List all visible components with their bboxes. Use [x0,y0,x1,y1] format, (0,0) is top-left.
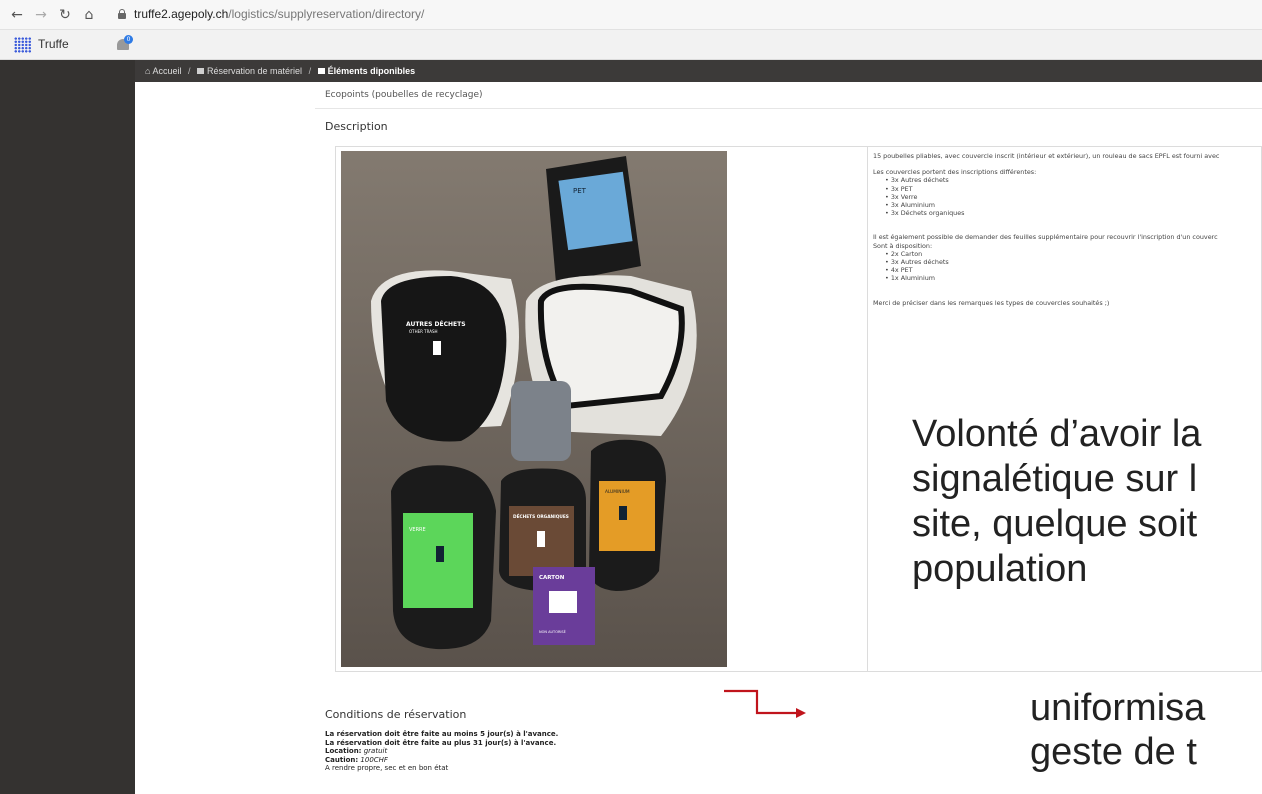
brand-name[interactable]: Truffe [38,37,69,51]
item-subtitle: Ecopoints (poubelles de recyclage) [325,90,483,100]
covers-list: 3x Autres déchets 3x PET 3x Verre 3x Alu… [885,176,1262,217]
desc-p3-line2: Sont à disposition: [873,241,933,250]
description-text: 15 poubelles pliables, avec couvercle in… [873,152,1262,307]
divider [315,108,1262,109]
breadcrumb-section[interactable]: Réservation de matériel [207,66,302,76]
condition-line: La réservation doit être faite au plus 3… [325,738,557,747]
list-item: 3x Aluminium [885,201,1262,209]
desc-p4: Merci de préciser dans les remarques les… [873,298,1110,307]
overlay-line: geste de t [1030,731,1197,773]
desc-p2: Les couvercles portent des inscriptions … [873,168,1037,177]
overlay-line: population [912,548,1088,590]
description-title: Description [325,120,388,133]
url-host: truffe2.agepoly.ch [134,7,229,21]
location-label: Location: [325,747,362,755]
app-header: Truffe 0 [0,30,1262,60]
caution-value: 100CHF [360,755,388,764]
overlay-line: uniformisa [1030,687,1206,729]
home-crumb-icon: ⌂ [145,66,151,76]
forward-arrow-icon[interactable]: → [32,6,50,24]
reload-icon[interactable]: ↻ [56,6,74,24]
url-path: /logistics/supplyreservation/directory/ [228,7,425,21]
pet-label: PET [573,187,587,195]
list-item: 3x PET [885,185,1262,193]
breadcrumb: ⌂ Accueil / Réservation de matériel / Él… [135,60,1262,82]
breadcrumb-current: Éléments diponibles [327,66,416,76]
extra-sheets-list: 2x Carton 3x Autres déchets 4x PET 1x Al… [885,250,1262,283]
recycling-bins-image: PET AUTRES DÉCHETS OTHER TRASH VERRE DÉC… [341,151,727,667]
breadcrumb-home[interactable]: Accueil [152,66,181,76]
autres-sublabel: OTHER TRASH [409,329,438,334]
list-item: 3x Verre [885,193,1262,201]
lock-icon [118,9,126,19]
back-arrow-icon[interactable]: ← [8,6,26,24]
slide-overlay-text: Volonté d’avoir la signalétique sur l si… [912,412,1201,592]
location-value: gratuit [363,747,388,755]
panel-divider [867,146,868,672]
list-item: 3x Déchets organiques [885,209,1262,217]
folder-icon [317,68,325,74]
slide-overlay-text-2: uniformisa geste de t [1030,686,1205,774]
aluminium-label: ALUMINIUM [605,489,630,495]
verre-label: VERRE [409,527,426,533]
list-item: 3x Autres déchets [885,258,1262,266]
url-text: truffe2.agepoly.ch/logistics/supplyreser… [134,7,424,21]
caution-label: Caution: [325,755,359,764]
desc-p1: 15 poubelles pliables, avec couvercle in… [873,152,1220,160]
list-item: 4x PET [885,266,1262,274]
sidebar [0,60,135,794]
browser-toolbar: ← → ↻ ⌂ truffe2.agepoly.ch/logistics/sup… [0,0,1262,30]
autres-label: AUTRES DÉCHETS [406,320,466,328]
desc-p3-line1: Il est également possible de demander de… [873,233,1218,242]
condition-line: A rendre propre, sec et en bon état [325,764,449,772]
address-bar[interactable]: truffe2.agepoly.ch/logistics/supplyreser… [110,4,1250,26]
non-autorise-label: NON AUTORISÉ [539,629,566,634]
overlay-line: site, quelque soit [912,503,1198,545]
list-item: 3x Autres déchets [885,176,1262,184]
list-icon [197,68,205,74]
carton-label: CARTON [539,575,565,581]
overlay-line: Volonté d’avoir la [912,413,1202,455]
annotation-arrow-icon [724,689,806,718]
conditions-text: La réservation doit être faite au moins … [325,730,558,773]
condition-line: La réservation doit être faite au moins … [325,730,559,738]
list-item: 2x Carton [885,250,1262,258]
home-icon[interactable]: ⌂ [80,6,98,24]
item-photo: PET AUTRES DÉCHETS OTHER TRASH VERRE DÉC… [341,151,727,667]
notification-icon[interactable]: 0 [115,35,133,53]
app-grid-icon[interactable] [14,37,32,53]
notification-badge: 0 [124,35,133,44]
overlay-line: signalétique sur l [912,458,1198,500]
conditions-title: Conditions de réservation [325,708,467,721]
list-item: 1x Aluminium [885,274,1262,282]
